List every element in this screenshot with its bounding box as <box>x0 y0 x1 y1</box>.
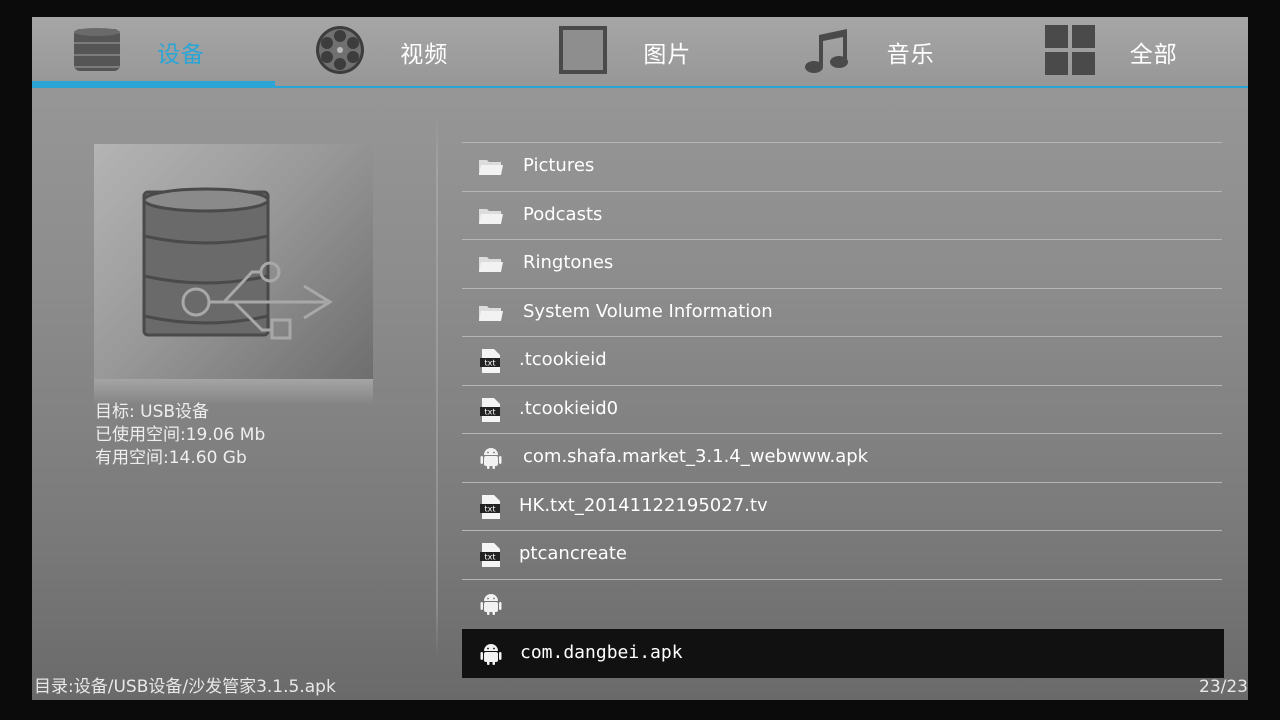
tab-all[interactable]: 全部 <box>1005 17 1248 86</box>
svg-text:txt: txt <box>484 359 495 368</box>
tab-video[interactable]: 视频 <box>275 17 518 86</box>
file-name: ptcancreate <box>519 543 627 564</box>
folder-icon <box>479 257 503 272</box>
list-item[interactable]: com.shafa.market_3.1.4_webwww.apk <box>462 433 1222 482</box>
panel-divider <box>436 117 438 657</box>
list-item[interactable]: Ringtones <box>462 239 1222 288</box>
device-info: 目标: USB设备 已使用空间:19.06 Mb 有用空间:14.60 Gb <box>95 401 265 470</box>
tab-pictures[interactable]: 图片 <box>518 17 761 86</box>
file-name: HK.txt_20141122195027.tv <box>519 494 768 516</box>
list-item[interactable]: Podcasts <box>462 190 1222 240</box>
file-name: Podcasts <box>523 203 603 225</box>
file-name: com.shafa.market_3.1.4_webwww.apk <box>523 446 869 467</box>
film-reel-icon <box>316 26 365 74</box>
file-name: System Volume Information <box>523 300 773 322</box>
grid-icon <box>1044 25 1095 75</box>
file-name: Ringtones <box>523 252 614 273</box>
current-path: 目录:设备/USB设备/沙发管家3.1.5.apk <box>34 677 336 697</box>
free-space-label: 有用空间:14.60 Gb <box>95 448 247 468</box>
target-device-label: 目标: USB设备 <box>95 402 210 422</box>
music-note-icon <box>804 29 848 73</box>
used-space-label: 已使用空间:19.06 Mb <box>95 425 266 445</box>
folder-icon <box>479 160 503 175</box>
list-item[interactable] <box>462 578 1222 628</box>
android-icon <box>480 644 502 665</box>
tab-label: 视频 <box>400 42 449 68</box>
file-name: .tcookieid0 <box>519 397 619 419</box>
storage-icon <box>74 28 120 71</box>
picture-frame-icon <box>559 26 608 74</box>
item-counter: 23/23 <box>1199 677 1248 697</box>
txt-file-icon: txt <box>480 494 500 519</box>
svg-text:txt: txt <box>484 553 495 562</box>
list-item[interactable]: txt .tcookieid <box>462 336 1222 385</box>
android-icon <box>480 593 502 615</box>
folder-icon <box>479 208 503 224</box>
tab-music[interactable]: 音乐 <box>762 17 1005 86</box>
list-item[interactable]: txt ptcancreate <box>462 530 1222 579</box>
file-name: com.dangbei.apk <box>520 642 683 663</box>
list-item[interactable]: System Volume Information <box>462 287 1222 337</box>
file-name: .tcookieid <box>519 349 607 370</box>
svg-text:txt: txt <box>484 407 495 416</box>
tab-label: 设备 <box>157 42 205 68</box>
file-name: Pictures <box>523 155 595 176</box>
file-list: Pictures Podcasts Ringtones System Volum… <box>462 142 1224 678</box>
tab-device[interactable]: 设备 <box>32 17 276 86</box>
usb-device-image <box>94 144 373 379</box>
tab-label: 全部 <box>1129 42 1178 68</box>
svg-text:txt: txt <box>484 504 495 513</box>
category-tab-bar: 设备 视频 图片 音乐 全部 <box>32 17 1248 88</box>
folder-icon <box>479 305 503 321</box>
android-icon <box>480 448 502 469</box>
list-item[interactable]: txt HK.txt_20141122195027.tv <box>462 481 1222 531</box>
file-browser-screen: 设备 视频 图片 音乐 全部 目标: USB设备 已使用空间:19.06 Mb … <box>32 17 1248 700</box>
tab-label: 音乐 <box>886 42 935 68</box>
tab-label: 图片 <box>643 42 692 68</box>
txt-file-icon: txt <box>480 397 500 422</box>
txt-file-icon: txt <box>480 349 500 373</box>
usb-storage-icon <box>142 187 333 340</box>
list-item[interactable]: Pictures <box>462 142 1222 191</box>
list-item-selected[interactable]: com.dangbei.apk <box>462 629 1224 678</box>
txt-file-icon: txt <box>480 543 500 567</box>
list-item[interactable]: txt .tcookieid0 <box>462 384 1222 434</box>
